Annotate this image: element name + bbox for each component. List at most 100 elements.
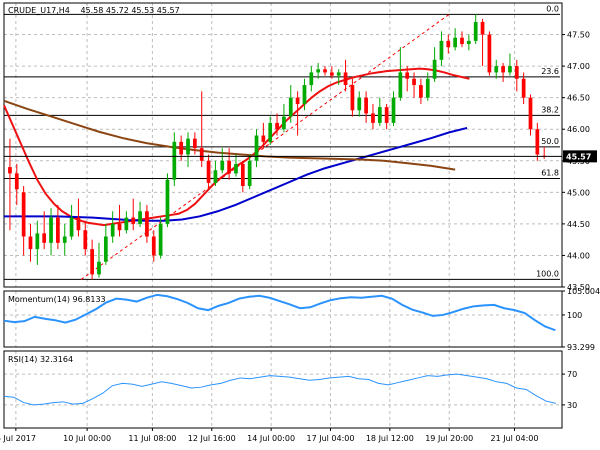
candle-body (350, 85, 355, 111)
y-tick-label: 70 (567, 370, 577, 379)
x-tick-label: 10 Jul 00:00 (63, 434, 111, 443)
chart-header: CRUDE_U17,H4 45.58 45.72 45.53 45.57 (8, 6, 180, 15)
candle-body (528, 97, 533, 130)
candle-body (138, 211, 142, 224)
x-tick-label: 14 Jul 00:00 (247, 434, 295, 443)
candle-body (69, 217, 74, 237)
candle-body (261, 135, 266, 142)
candle-body (247, 160, 252, 187)
candle-body (364, 97, 368, 114)
candle-body (391, 97, 396, 123)
candle-body (480, 21, 485, 35)
candle-body (220, 160, 225, 171)
y-tick-label: 47.00 (567, 62, 590, 71)
y-tick-label: 47.50 (567, 31, 590, 40)
fib-level-label: 23.6 (541, 67, 559, 76)
x-tick-label: 21 Jul 04:00 (491, 434, 539, 443)
fib-level-label: 61.8 (541, 168, 559, 177)
candle-body (14, 173, 19, 190)
price-badge-label: 45.57 (566, 152, 591, 161)
candle-body (8, 167, 12, 174)
candle-body (240, 163, 245, 187)
candle-body (295, 97, 300, 104)
candle-body (439, 40, 444, 60)
candle-body (466, 40, 471, 45)
candle-body (56, 217, 60, 243)
candle-body (103, 236, 108, 262)
x-tick-label: 12 Jul 16:00 (188, 434, 236, 443)
symbol-label: CRUDE_U17,H4 (8, 6, 70, 15)
y-tick-label: 44.50 (567, 220, 590, 229)
candle-body (343, 72, 348, 86)
y-tick-label: 93.299 (567, 343, 595, 352)
candle-body (419, 85, 423, 98)
candle-body (179, 141, 184, 155)
candle-body (302, 85, 307, 104)
candle-body (501, 66, 505, 73)
candle-body (535, 129, 540, 155)
x-tick-label: 11 Jul 08:00 (128, 434, 176, 443)
candle-body (316, 69, 321, 73)
candle-body (158, 223, 163, 256)
candle-body (90, 249, 94, 275)
candle-body (405, 72, 410, 79)
candle-body (473, 21, 478, 41)
y-tick-label: 100 (567, 311, 582, 320)
candle-body (193, 138, 197, 149)
momentum-title: Momentum(14) 96.8133 (8, 295, 106, 304)
candle-body (165, 179, 170, 224)
candle-body (446, 40, 451, 48)
rsi-title: RSI(14) 32.3164 (8, 355, 73, 364)
forex-chart: 43.5044.0044.5045.0045.5046.0046.5047.00… (0, 2, 600, 443)
candle-body (199, 148, 204, 161)
candle-body (254, 135, 259, 161)
candle-body (234, 163, 238, 174)
candle-body (309, 72, 314, 86)
y-tick-label: 30 (567, 401, 577, 410)
candle-body (186, 138, 190, 155)
candle-body (110, 223, 115, 237)
candle-body (460, 37, 464, 45)
momentum-panel: 105.0042 100 93.299 Momentum(14) 96.8133 (3, 287, 600, 352)
candle-body (62, 236, 67, 243)
candle-body (49, 217, 53, 243)
x-tick-label: 17 Jul 04:00 (306, 434, 354, 443)
candle-body (172, 141, 177, 180)
candle-body (432, 59, 437, 79)
price-panel: 43.5044.0044.5045.0045.5046.0046.5047.00… (3, 2, 597, 292)
candle-body (425, 78, 430, 98)
time-axis: 6 Jul 2017 10 Jul 00:00 11 Jul 08:00 12 Jul… (0, 428, 539, 443)
candle-body (323, 69, 327, 73)
candle-body (494, 66, 499, 73)
x-tick-label: 19 Jul 20:00 (425, 434, 473, 443)
candle-body (384, 107, 389, 123)
panel-frame (3, 350, 563, 429)
candle-body (151, 236, 156, 256)
candle-body (76, 217, 81, 231)
candle-body (145, 211, 149, 237)
candle-body (508, 66, 512, 73)
y-tick-label: 105.0042 (567, 287, 600, 296)
candle-body (329, 72, 334, 76)
candle-body (377, 107, 382, 123)
candle-body (288, 97, 293, 117)
candle-body (336, 72, 341, 76)
candle-body (282, 116, 286, 130)
x-tick-label: 6 Jul 2017 (0, 434, 36, 443)
y-tick-label: 46.50 (567, 94, 590, 103)
panel-frame (3, 2, 563, 288)
candle-body (28, 236, 33, 250)
candle-body (268, 122, 273, 142)
candle-body (453, 37, 458, 48)
fib-level-label: 38.2 (541, 105, 559, 114)
candle-body (206, 160, 211, 183)
candle-body (398, 72, 403, 98)
candle-body (35, 233, 40, 250)
candle-body (357, 97, 362, 111)
ohlc-label: 45.58 45.72 45.53 45.57 (80, 6, 179, 15)
candle-body (213, 170, 218, 183)
candle-body (83, 230, 88, 250)
candle-body (117, 223, 122, 231)
fib-level-label: 0.0 (546, 4, 559, 13)
y-tick-label: 44.00 (567, 251, 590, 260)
